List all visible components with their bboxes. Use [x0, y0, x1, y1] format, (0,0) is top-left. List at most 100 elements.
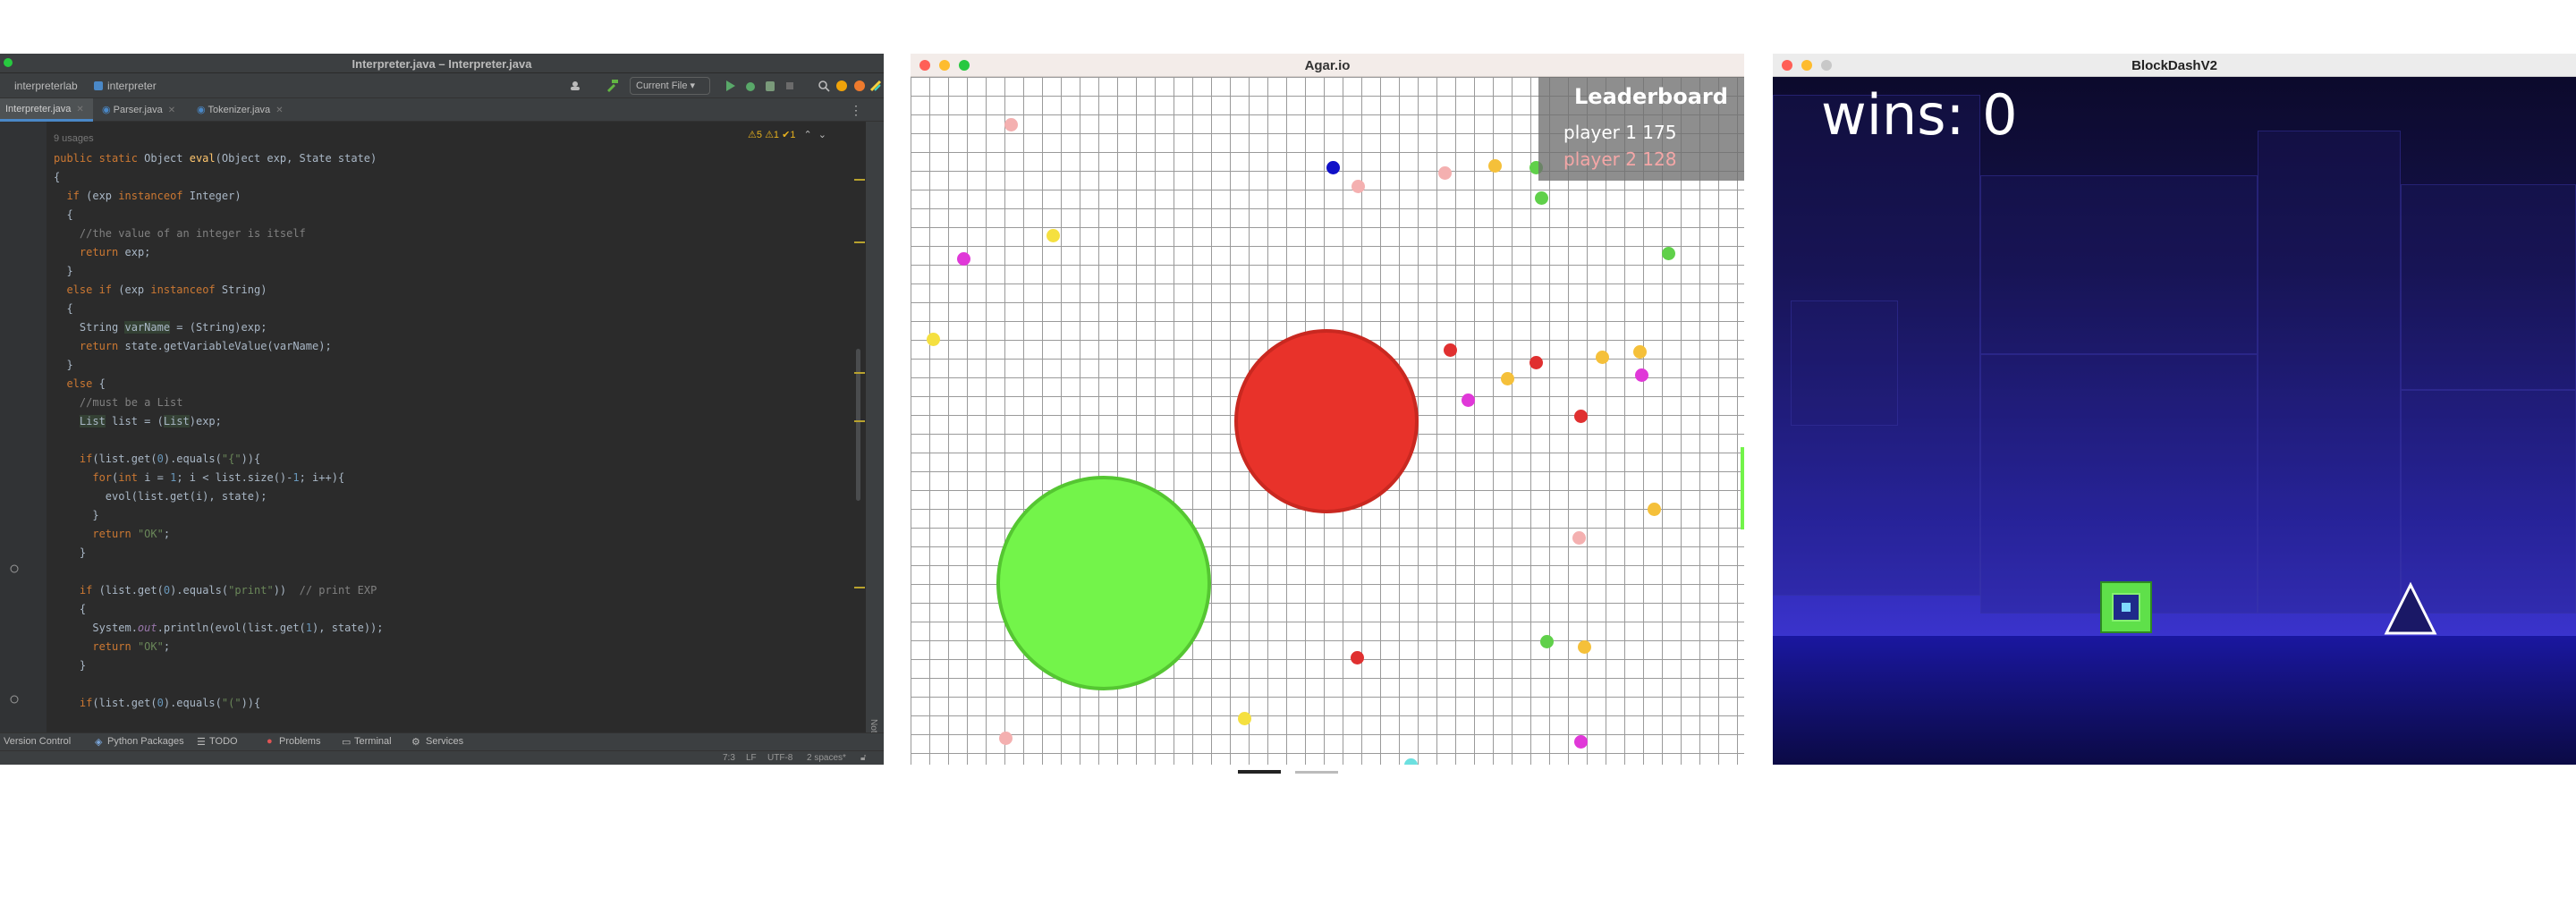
- background-panel: [1791, 300, 1898, 426]
- tool-terminal[interactable]: Terminal: [354, 736, 392, 747]
- background-panel: [1980, 354, 2258, 614]
- space-indicator-inactive[interactable]: [1295, 771, 1338, 774]
- recursive-call-icon: [10, 695, 19, 704]
- problems-icon: ●: [267, 736, 273, 747]
- status-bar: 7:3 LF UTF-8 2 spaces* 🔓︎: [0, 750, 884, 765]
- chevron-down-icon[interactable]: ⌄: [818, 130, 826, 140]
- ai-assistant-icon[interactable]: [835, 79, 848, 93]
- food-pellet: [1444, 343, 1457, 357]
- food-pellet: [1326, 161, 1340, 174]
- close-icon[interactable]: ✕: [275, 106, 283, 115]
- code-line: evol(list.get(i), state);: [54, 490, 267, 503]
- file-encoding[interactable]: UTF-8: [767, 753, 792, 763]
- code-line: //must be a List: [79, 396, 183, 409]
- stop-icon[interactable]: [784, 79, 796, 93]
- editor-tabs: Interpreter.java ✕ ◉ Parser.java ✕ ◉ Token…: [0, 98, 884, 122]
- line-gutter[interactable]: [0, 122, 47, 732]
- coverage-icon[interactable]: [764, 79, 776, 93]
- space-indicator-active[interactable]: [1238, 770, 1281, 774]
- close-icon[interactable]: ✕: [76, 105, 83, 114]
- food-pellet: [1574, 410, 1588, 423]
- code-line: return state.getVariableValue(varName);: [79, 340, 332, 352]
- chevron-up-icon[interactable]: ⌃: [804, 130, 812, 140]
- indent-setting[interactable]: 2 spaces*: [807, 753, 846, 763]
- cursor-position[interactable]: 7:3: [723, 753, 735, 763]
- food-pellet: [1574, 735, 1588, 749]
- blockdash-window: BlockDashV2 wins: 0: [1773, 54, 2576, 765]
- module-icon: [94, 81, 103, 90]
- more-icon[interactable]: ⋮: [850, 103, 862, 118]
- player-cube-inner: [2112, 593, 2140, 622]
- food-pellet: [927, 333, 940, 346]
- breadcrumb-module[interactable]: interpreter: [107, 80, 157, 92]
- code-line: if(list.get(0).equals("(")){: [79, 697, 261, 709]
- food-pellet: [1488, 159, 1502, 173]
- line-separator[interactable]: LF: [746, 753, 757, 763]
- offscreen-cell-edge: [1741, 447, 1744, 529]
- blockdash-titlebar: BlockDashV2: [1773, 54, 2576, 77]
- food-pellet: [1530, 356, 1543, 369]
- java-class-icon: ◉: [197, 105, 206, 115]
- chevron-down-icon: ▾: [690, 80, 696, 91]
- warning-marker[interactable]: [854, 587, 865, 588]
- debug-icon[interactable]: [744, 79, 757, 93]
- python-packages-icon: ◈: [95, 737, 103, 748]
- terminal-icon: ▭: [342, 737, 352, 748]
- warning-marker[interactable]: [854, 420, 865, 422]
- code-line: return "OK";: [92, 640, 171, 653]
- tool-problems[interactable]: Problems: [279, 736, 320, 747]
- tab-tokenizer-java[interactable]: ◉ Tokenizer.java ✕: [191, 98, 297, 122]
- search-icon[interactable]: [818, 79, 830, 93]
- run-icon[interactable]: [724, 79, 737, 93]
- lock-icon[interactable]: 🔓︎: [860, 753, 866, 763]
- ide-window-title: Interpreter.java – Interpreter.java: [352, 57, 532, 71]
- inspection-widget[interactable]: ⚠5 ⚠1 ✔1 ⌃ ⌄: [748, 129, 826, 140]
- agar-titlebar: Agar.io: [911, 54, 1744, 77]
- food-pellet: [1351, 651, 1364, 664]
- tab-parser-java[interactable]: ◉ Parser.java ✕: [97, 98, 190, 122]
- usages-hint[interactable]: 9 usages: [54, 133, 94, 144]
- food-pellet: [1635, 368, 1648, 382]
- tool-version-control[interactable]: Version Control: [4, 736, 71, 747]
- player-2-cell: [996, 476, 1211, 690]
- breadcrumb-project[interactable]: interpreterlab: [14, 80, 78, 92]
- warning-marker[interactable]: [854, 241, 865, 243]
- tool-services[interactable]: Services: [426, 736, 463, 747]
- tab-interpreter-java[interactable]: Interpreter.java ✕: [0, 98, 93, 122]
- run-config-dropdown[interactable]: Current File ▾: [630, 77, 710, 95]
- build-hammer-icon[interactable]: [605, 79, 619, 93]
- code-editor[interactable]: ⚠5 ⚠1 ✔1 ⌃ ⌄ 9 usages public static Obje…: [47, 122, 852, 732]
- background-panel: [1980, 175, 2258, 354]
- code-line: return "OK";: [92, 528, 171, 540]
- agar-window-title: Agar.io: [1304, 58, 1351, 73]
- code-line: String varName = (String)exp;: [54, 321, 267, 334]
- leaderboard: Leaderboard player 1 175 player 2 128: [1538, 77, 1744, 181]
- tool-window-bar: Version Control ◈ Python Packages ☰ TODO…: [0, 732, 884, 750]
- inspection-counts: ⚠5 ⚠1 ✔1: [748, 130, 796, 140]
- background-panel: [2401, 390, 2576, 614]
- food-pellet: [1352, 180, 1365, 193]
- ide-navbar: interpreterlab interpreter Current File …: [0, 73, 884, 98]
- warning-marker[interactable]: [854, 372, 865, 374]
- java-class-icon: ◉: [102, 105, 111, 115]
- code-line: if(list.get(0).equals("{")){: [79, 453, 261, 465]
- background-panel: [2258, 131, 2401, 614]
- code-line: {: [54, 171, 61, 183]
- tool-python-packages[interactable]: Python Packages: [107, 736, 184, 747]
- code-line: {: [54, 208, 73, 221]
- food-pellet: [1540, 635, 1554, 648]
- jetbrains-logo-icon[interactable]: [853, 79, 866, 93]
- tool-todo[interactable]: TODO: [209, 736, 238, 747]
- game-background[interactable]: [1773, 77, 2576, 635]
- warning-marker[interactable]: [854, 179, 865, 181]
- run-config-label: Current File: [636, 80, 688, 91]
- food-pellet: [1501, 372, 1514, 385]
- updates-icon[interactable]: [869, 79, 882, 93]
- close-icon[interactable]: ✕: [168, 106, 175, 115]
- food-pellet: [1633, 345, 1647, 359]
- account-icon[interactable]: [569, 79, 587, 93]
- code-line: {: [54, 302, 73, 315]
- code-line: List list = (List)exp;: [79, 415, 222, 427]
- code-line: }: [54, 659, 87, 672]
- code-line: else {: [66, 377, 106, 390]
